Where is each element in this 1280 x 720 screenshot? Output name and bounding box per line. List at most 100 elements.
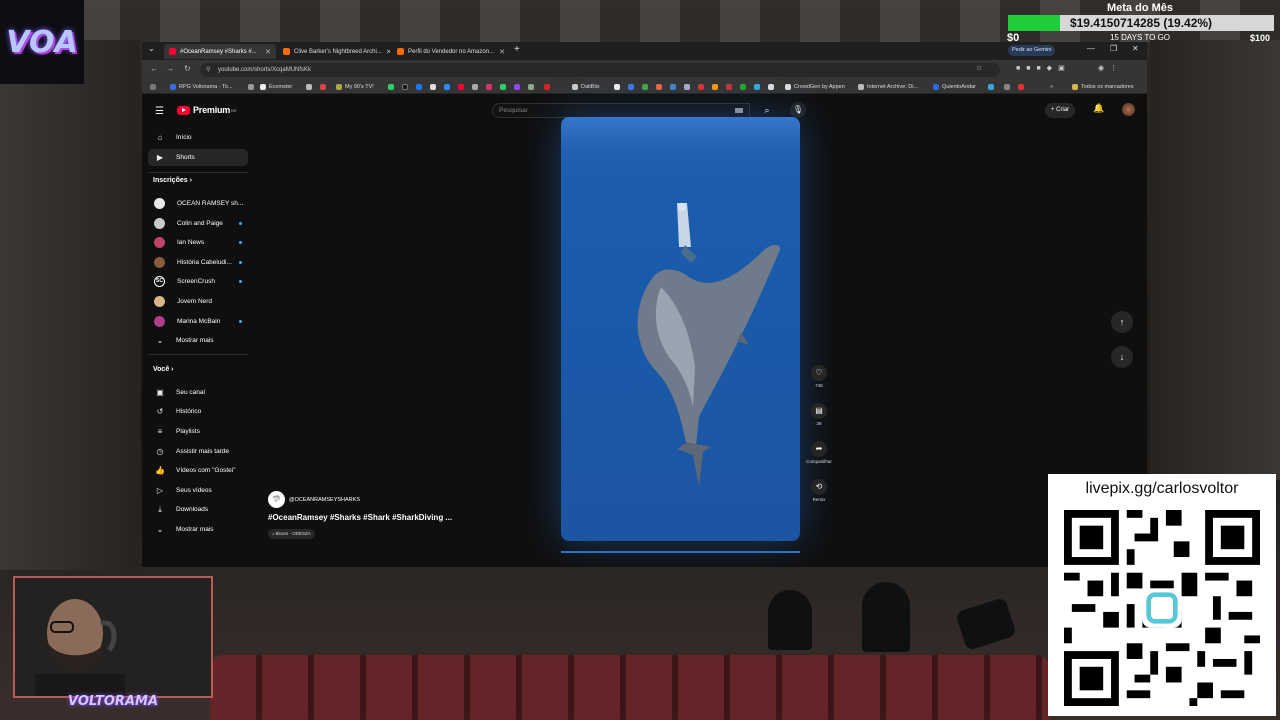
bookmark-favicon-icon[interactable] — [614, 84, 620, 90]
forward-icon[interactable]: → — [166, 64, 174, 73]
sidebar-item-your-channel[interactable]: ▣ Seu canal — [148, 384, 248, 401]
microphone-icon[interactable]: 🎙 — [790, 102, 806, 118]
sidebar-item-liked-videos[interactable]: 👍 Vídeos com "Gostei" — [148, 462, 248, 479]
sidebar-item-history[interactable]: ↺ Histórico — [148, 403, 248, 420]
bookmark-favicon-icon[interactable] — [628, 84, 634, 90]
gemini-button[interactable]: Pedir ao Gemini — [1008, 45, 1056, 56]
sidebar-item-your-videos[interactable]: ▷ Seus vídeos — [148, 482, 248, 499]
twitch-icon[interactable] — [514, 84, 520, 90]
x-icon[interactable] — [430, 84, 436, 90]
menu-icon[interactable]: ◉⋮ — [1098, 64, 1123, 72]
bookmark-favicon-icon[interactable] — [1004, 84, 1010, 90]
bookmark-my90stv[interactable]: My 90's TV! — [336, 82, 374, 92]
sidebar-item-subscription[interactable]: Colin and Paige — [148, 215, 248, 232]
bookmark-internet-archive[interactable]: Internet Archive: Di... — [858, 82, 918, 92]
bookmark-favicon-icon[interactable] — [642, 84, 648, 90]
previous-short-button[interactable]: ↑ — [1111, 311, 1133, 333]
more-bookmarks-icon[interactable]: » — [1050, 82, 1053, 92]
youtube-icon[interactable] — [458, 84, 464, 90]
minimize-icon[interactable]: — — [1087, 44, 1095, 53]
comments-button[interactable]: ▤ 28 — [802, 403, 836, 426]
qr-code[interactable] — [1064, 510, 1260, 706]
hamburger-menu-icon[interactable]: ☰ — [155, 106, 164, 117]
sidebar-item-watch-later[interactable]: ◷ Assistir mais tarde — [148, 443, 248, 460]
search-input[interactable]: Pesquisar — [492, 103, 750, 118]
like-button[interactable]: ♡ 745 — [802, 365, 836, 388]
show-more-you[interactable]: ⌄ Mostrar mais — [148, 521, 248, 538]
bookmark-favicon-icon[interactable] — [698, 84, 704, 90]
sidebar-item-subscription[interactable]: Marina McBain — [148, 313, 248, 330]
remix-button[interactable]: ⟲ Remix — [802, 479, 836, 502]
show-more-subscriptions[interactable]: ⌄ Mostrar mais — [148, 332, 248, 349]
bookmark-favicon-icon[interactable] — [712, 84, 718, 90]
bookmark-favicon-icon[interactable] — [1018, 84, 1024, 90]
bookmark-favicon-icon[interactable] — [656, 84, 662, 90]
tab-close-icon[interactable]: ✕ — [261, 48, 271, 56]
restore-icon[interactable]: ❐ — [1110, 44, 1117, 53]
sidebar-item-subscription[interactable]: SC ScreenCrush — [148, 273, 248, 290]
address-bar[interactable]: ⚲ youtube.com/shorts/XcqaMUNfsKk — [200, 63, 1000, 77]
short-title[interactable]: #OceanRamsey #Sharks #Shark #SharkDiving… — [268, 513, 452, 522]
extensions-icons[interactable]: ■■■◆▣ — [1016, 64, 1071, 72]
sidebar-item-subscription[interactable]: Ian News — [148, 234, 248, 251]
create-button[interactable]: + Criar — [1045, 103, 1076, 118]
bookmark-favicon-icon[interactable] — [528, 84, 534, 90]
tab-amazon-seller[interactable]: Perfil do Vendedor no Amazon... ✕ — [392, 44, 510, 59]
short-video-player[interactable] — [561, 117, 800, 541]
bookmark-datiblix[interactable]: DatiBlix — [572, 82, 600, 92]
youtube-logo[interactable]: Premium BR — [177, 105, 237, 115]
tab-close-icon[interactable]: ✕ — [495, 48, 505, 56]
avatar[interactable] — [1122, 103, 1135, 116]
tab-close-icon[interactable]: ✕ — [382, 48, 390, 56]
bookmark-favicon-icon[interactable] — [726, 84, 732, 90]
tab-nightbreed[interactable]: Clive Barker's Nightbreed Archi... ✕ — [278, 44, 390, 59]
bookmark-rpg[interactable]: RPG Voltorama - To... — [170, 82, 232, 92]
subscriptions-header[interactable]: Inscrições › — [153, 177, 192, 184]
tiktok-icon[interactable] — [402, 84, 408, 90]
bookmark-favicon-icon[interactable] — [768, 84, 774, 90]
all-bookmarks-folder[interactable]: Todos os marcadores — [1072, 82, 1134, 92]
short-channel[interactable]: 🦈 @OCEANRAMSEYSHARKS — [268, 491, 360, 508]
keyboard-icon[interactable] — [735, 108, 743, 113]
site-info-icon[interactable]: ⚲ — [206, 63, 210, 77]
whatsapp-icon[interactable] — [388, 84, 394, 90]
bookmark-quintoandar[interactable]: QuientoAndar — [933, 82, 976, 92]
tab-youtube-short[interactable]: #OceanRamsey #Sharks #... ✕ — [164, 44, 276, 59]
tab-search-icon[interactable]: ⌄ — [148, 44, 155, 53]
sidebar-item-shorts[interactable]: ▶ Shorts — [148, 149, 248, 166]
bookmark-favicon-icon[interactable] — [306, 84, 312, 90]
bluesky-icon[interactable] — [444, 84, 450, 90]
close-window-icon[interactable]: ✕ — [1132, 44, 1139, 53]
bookmark-crowdgen[interactable]: CrowdGen by Appen — [785, 82, 845, 92]
bookmark-favicon-icon[interactable] — [684, 84, 690, 90]
back-icon[interactable]: ← — [150, 64, 158, 73]
sidebar-item-subscription[interactable]: OCEAN RAMSEY sh... — [148, 195, 248, 212]
next-short-button[interactable]: ↓ — [1111, 346, 1133, 368]
new-tab-icon[interactable]: + — [514, 44, 520, 55]
bookmark-favicon-icon[interactable] — [500, 84, 506, 90]
sidebar-item-subscription[interactable]: História Cabeludi... — [148, 254, 248, 271]
video-progress-bar[interactable] — [561, 551, 800, 553]
bookmark-favicon-icon[interactable] — [754, 84, 760, 90]
instagram-icon[interactable] — [486, 84, 492, 90]
you-header[interactable]: Você › — [153, 366, 174, 373]
bookmark-favicon-icon[interactable] — [472, 84, 478, 90]
sidebar-item-subscription[interactable]: Jovem Nerd — [148, 293, 248, 310]
bookmark-favicon-icon[interactable] — [544, 84, 550, 90]
search-icon[interactable]: ⌕ — [755, 103, 779, 118]
notifications-bell-icon[interactable]: 🔔 — [1093, 103, 1104, 114]
share-button[interactable]: ➦ Compartilhar — [802, 441, 836, 464]
bookmark-favicon-icon[interactable] — [988, 84, 994, 90]
bookmark-favicon-icon[interactable] — [320, 84, 326, 90]
bookmark-favicon-icon[interactable] — [670, 84, 676, 90]
bookmark-favicon-icon[interactable] — [740, 84, 746, 90]
bookmark-star-icon[interactable]: ☆ — [976, 64, 988, 72]
sidebar-item-playlists[interactable]: ≡ Playlists — [148, 423, 248, 440]
bookmark-favicon-icon[interactable] — [248, 84, 254, 90]
bookmark-ecomster[interactable]: Ecomster — [260, 82, 292, 92]
reload-icon[interactable]: ↻ — [184, 64, 191, 73]
music-chip[interactable]: ♪ Bloom · ODESZA — [268, 529, 315, 539]
apps-icon[interactable] — [150, 84, 156, 90]
sidebar-item-downloads[interactable]: ⤓ Downloads — [148, 501, 248, 518]
sidebar-item-home[interactable]: ⌂ Início — [148, 129, 248, 146]
